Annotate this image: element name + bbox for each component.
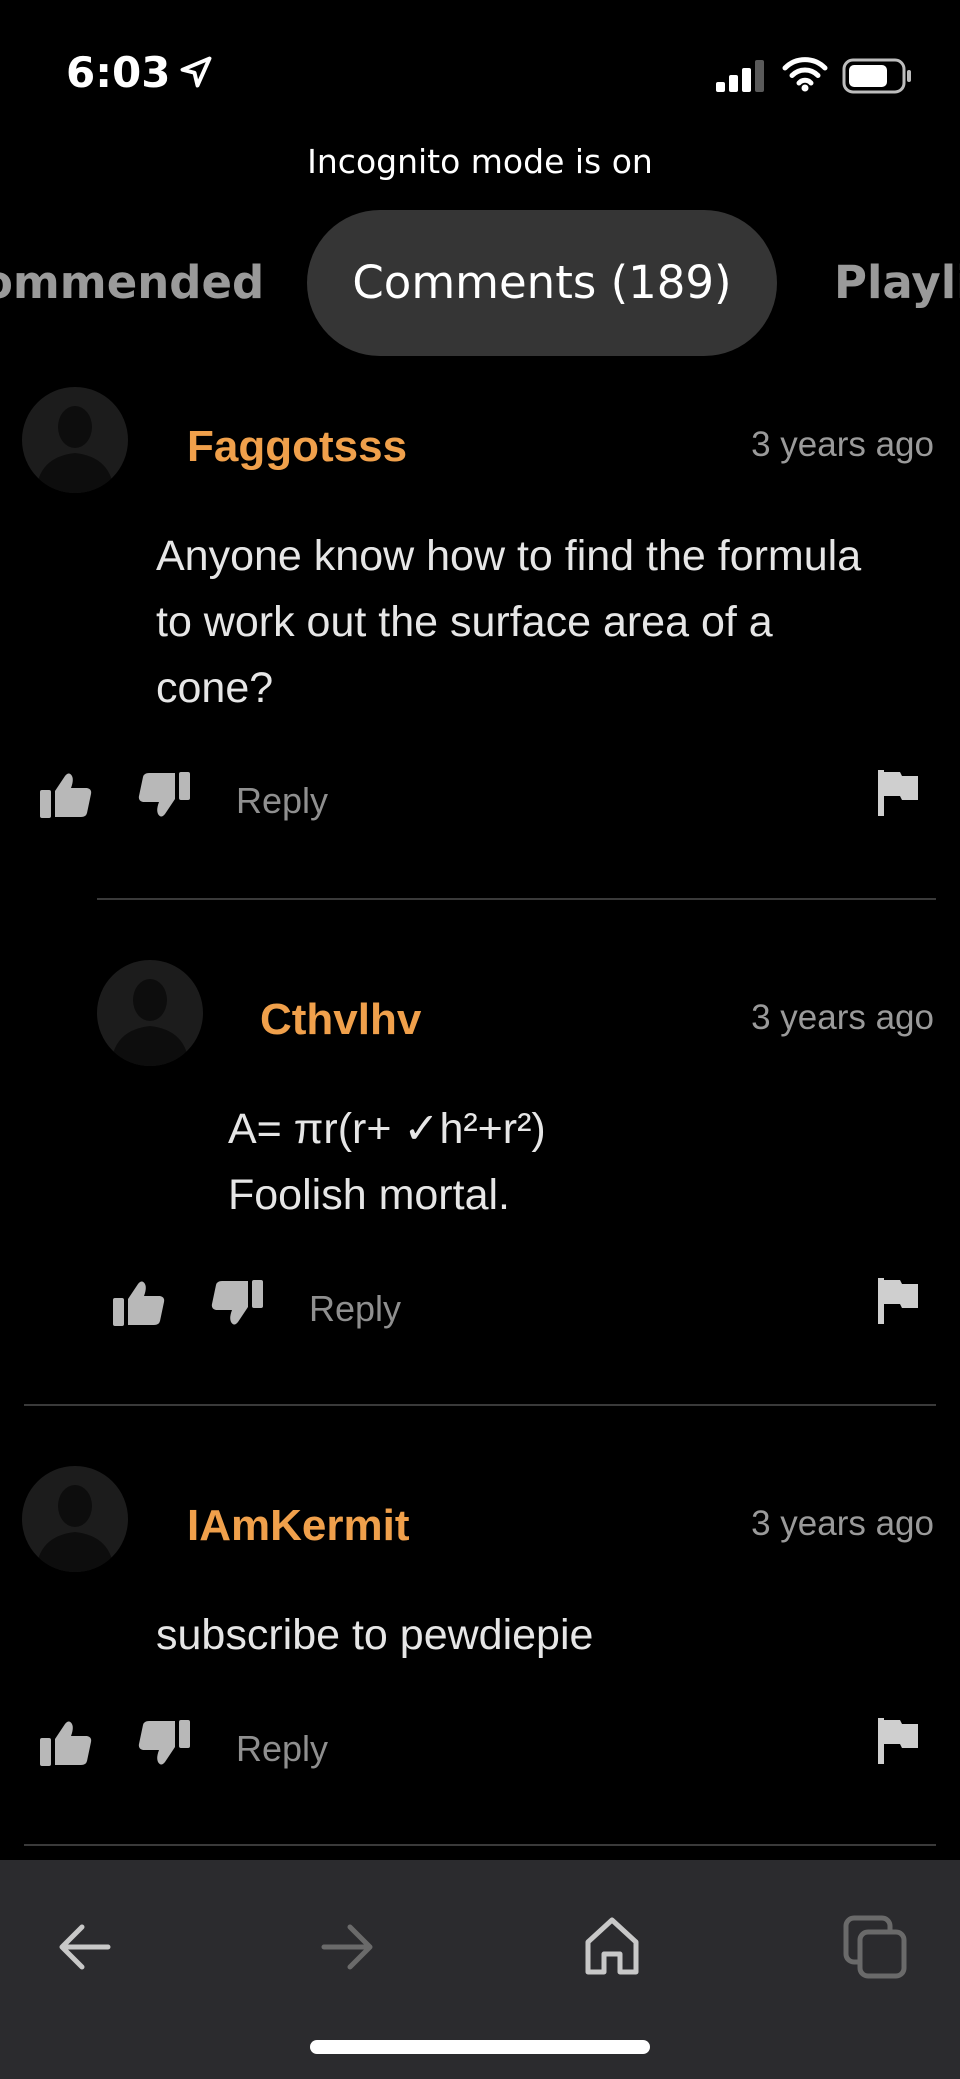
incognito-banner: Incognito mode is on — [307, 142, 653, 181]
comment-author[interactable]: Cthvlhv — [260, 995, 421, 1045]
flag-icon[interactable] — [878, 770, 920, 816]
comment-author[interactable]: IAmKermit — [187, 1501, 410, 1551]
location-arrow-icon — [180, 56, 212, 88]
reply-button[interactable]: Reply — [309, 1288, 401, 1330]
divider — [24, 1404, 936, 1406]
tabs-icon[interactable] — [842, 1914, 908, 1980]
default-avatar-icon — [36, 406, 114, 493]
battery-icon — [842, 58, 911, 94]
comment-timestamp: 3 years ago — [751, 425, 934, 464]
divider — [97, 898, 936, 900]
thumbs-up-icon[interactable] — [40, 1720, 92, 1766]
status-bar: 6:03 Incognito mode is on — [0, 0, 960, 181]
back-arrow-icon[interactable] — [56, 1922, 112, 1972]
tab-comments[interactable]: Comments (189) — [307, 210, 777, 356]
signal-icon — [716, 60, 764, 92]
tab-recommended[interactable]: ommended — [0, 210, 264, 356]
status-time: 6:03 — [66, 48, 171, 97]
thumbs-up-icon[interactable] — [113, 1280, 165, 1326]
comment-body: A= πr(r+ ✓h²+r²) Foolish mortal. — [228, 1096, 918, 1228]
comment-line: to work out the surface area of a — [156, 598, 773, 646]
forward-arrow-icon[interactable] — [320, 1922, 376, 1972]
comment-timestamp: 3 years ago — [751, 998, 934, 1037]
default-avatar-icon — [36, 1485, 114, 1572]
comment: IAmKermit 3 years ago subscribe to pewdi… — [0, 1464, 960, 1844]
divider — [24, 1844, 936, 1846]
wifi-icon — [782, 57, 828, 92]
default-avatar-icon — [111, 979, 189, 1066]
thumbs-up-icon[interactable] — [40, 772, 92, 818]
thumbs-down-icon[interactable] — [138, 1720, 190, 1766]
flag-icon[interactable] — [878, 1718, 920, 1764]
comment: Faggotsss 3 years ago Anyone know how to… — [0, 385, 960, 905]
home-icon[interactable] — [584, 1916, 640, 1976]
comment-body: Anyone know how to find the formula to w… — [156, 523, 916, 721]
tab-bar: ommended Comments (189) Playli — [0, 210, 960, 356]
comment-timestamp: 3 years ago — [751, 1504, 934, 1543]
comment-line: cone? — [156, 664, 274, 712]
avatar[interactable] — [97, 960, 203, 1066]
avatar[interactable] — [22, 1466, 128, 1572]
comment-body: subscribe to pewdiepie — [156, 1602, 916, 1668]
thumbs-down-icon[interactable] — [211, 1280, 263, 1326]
reply-button[interactable]: Reply — [236, 1728, 328, 1770]
home-indicator — [310, 2040, 650, 2054]
comment-line: A= πr(r+ ✓h²+r²) — [228, 1105, 546, 1153]
comment-line: Anyone know how to find the formula — [156, 532, 862, 580]
flag-icon[interactable] — [878, 1278, 920, 1324]
reply-button[interactable]: Reply — [236, 780, 328, 822]
avatar[interactable] — [22, 387, 128, 493]
thumbs-down-icon[interactable] — [138, 772, 190, 818]
comment-line: Foolish mortal. — [228, 1171, 510, 1219]
comment-reply: Cthvlhv 3 years ago A= πr(r+ ✓h²+r²) Foo… — [0, 958, 960, 1398]
tab-playlist[interactable]: Playli — [834, 210, 960, 356]
comment-author[interactable]: Faggotsss — [187, 422, 407, 472]
comment-line: subscribe to pewdiepie — [156, 1611, 594, 1659]
